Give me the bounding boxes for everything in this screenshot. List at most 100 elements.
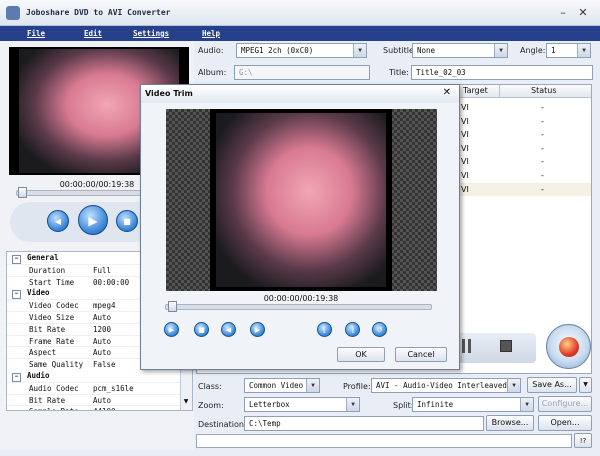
chevron-down-icon[interactable]: ▼ bbox=[306, 379, 319, 392]
property-key: Video Size bbox=[29, 313, 75, 322]
dialog-close-icon[interactable]: ✕ bbox=[443, 87, 451, 98]
close-icon[interactable]: ✕ bbox=[576, 6, 590, 20]
prev-button[interactable]: ◀ bbox=[47, 210, 69, 232]
stop-icon[interactable] bbox=[500, 340, 512, 352]
property-value[interactable]: pcm_s16le bbox=[93, 383, 134, 395]
trim-set-start-button[interactable]: [ bbox=[317, 322, 332, 337]
list-item-target: VI bbox=[461, 103, 469, 112]
property-value[interactable]: Auto bbox=[93, 395, 111, 407]
trim-next-frame-button[interactable]: ▶ bbox=[250, 322, 265, 337]
scroll-down-icon[interactable]: ▼ bbox=[182, 398, 190, 408]
minimize-icon[interactable]: – bbox=[556, 6, 570, 20]
pause-icon[interactable] bbox=[462, 339, 471, 353]
class-label: Class: bbox=[198, 382, 222, 391]
window-title: Joboshare DVD to AVI Converter bbox=[26, 8, 171, 17]
title-field[interactable]: Title_02_03 bbox=[411, 65, 593, 80]
trim-time: 00:00:00/00:19:38 bbox=[263, 294, 339, 303]
list-item-target: VI bbox=[461, 143, 469, 153]
profile-label: Profile: bbox=[343, 382, 371, 391]
list-item-status: - bbox=[541, 157, 544, 167]
collapse-icon[interactable]: − bbox=[12, 372, 21, 382]
property-value[interactable]: False bbox=[93, 359, 116, 371]
property-key: Bit Rate bbox=[29, 324, 66, 334]
property-group[interactable]: − Audio bbox=[7, 370, 188, 382]
trim-play-button[interactable]: ▶ bbox=[164, 322, 179, 337]
property-value[interactable]: 00:00:00 bbox=[93, 277, 129, 289]
album-field[interactable]: G:\ bbox=[234, 65, 370, 80]
record-icon bbox=[559, 337, 579, 357]
angle-select[interactable]: 1 ▼ bbox=[546, 43, 591, 58]
destination-field[interactable]: C:\Temp bbox=[244, 416, 484, 431]
chevron-down-icon[interactable]: ▼ bbox=[346, 398, 359, 411]
destination-label: Destination: bbox=[198, 420, 247, 429]
list-item-status: - bbox=[541, 184, 544, 194]
property-value[interactable]: Auto bbox=[93, 312, 111, 324]
chevron-down-icon[interactable]: ▼ bbox=[353, 44, 366, 57]
trim-seek-slider[interactable] bbox=[165, 304, 432, 310]
profile-select[interactable]: AVI - Audio-Video Interleaved ▼ bbox=[371, 378, 521, 393]
property-value[interactable]: Auto bbox=[93, 336, 111, 348]
col-status[interactable]: Status bbox=[531, 86, 557, 95]
trim-seek-thumb[interactable] bbox=[168, 301, 177, 312]
trim-video-frame bbox=[166, 109, 437, 291]
property-value[interactable]: Auto bbox=[93, 347, 111, 359]
status-bar bbox=[196, 434, 572, 448]
save-as-button[interactable]: Save As... bbox=[527, 377, 577, 393]
property-value[interactable]: 1200 bbox=[93, 324, 111, 336]
chevron-down-icon[interactable]: ▼ bbox=[520, 398, 533, 411]
split-select[interactable]: Infinite ▼ bbox=[412, 397, 534, 412]
chevron-down-icon[interactable]: ▼ bbox=[577, 44, 590, 57]
property-row[interactable]: Bit Rate Auto bbox=[7, 393, 188, 407]
open-button[interactable]: Open... bbox=[538, 415, 592, 431]
chevron-down-icon[interactable]: ▼ bbox=[494, 44, 507, 57]
split-label: Split: bbox=[393, 401, 414, 410]
menu-edit[interactable]: Edit bbox=[84, 29, 102, 38]
app-icon bbox=[6, 6, 20, 20]
collapse-icon[interactable]: − bbox=[12, 289, 21, 299]
album-label: Album: bbox=[198, 68, 227, 77]
configure-button[interactable]: Configure... bbox=[538, 396, 592, 412]
col-target[interactable]: Target bbox=[463, 86, 488, 95]
property-value[interactable]: Full bbox=[93, 265, 111, 277]
property-value[interactable]: 44100 bbox=[93, 406, 116, 410]
trim-reset-button[interactable]: ↺ bbox=[372, 322, 387, 337]
list-item-target: VI bbox=[461, 157, 469, 167]
property-row[interactable]: Sample Rate 44100 bbox=[7, 405, 188, 410]
play-button[interactable]: ▶ bbox=[78, 205, 108, 235]
trim-video bbox=[210, 109, 392, 291]
property-key: Aspect bbox=[29, 348, 57, 358]
chevron-down-icon[interactable]: ▼ bbox=[507, 379, 520, 392]
property-group-label: Audio bbox=[27, 371, 50, 380]
zoom-label: Zoom: bbox=[198, 401, 224, 410]
zoom-select[interactable]: Letterbox ▼ bbox=[244, 397, 360, 412]
trim-stop-button[interactable]: ■ bbox=[194, 322, 209, 337]
list-item-status: - bbox=[541, 143, 544, 153]
menu-help[interactable]: Help bbox=[202, 29, 220, 38]
class-select[interactable]: Common Video ▼ bbox=[244, 378, 320, 393]
trim-set-end-button[interactable]: ] bbox=[345, 322, 360, 337]
dialog-title: Video Trim bbox=[145, 89, 193, 98]
stop-button[interactable]: ■ bbox=[116, 210, 138, 232]
video-trim-dialog: Video Trim ✕ 00:00:00/00:19:38 ▶ ■ ◀ ▶ [… bbox=[140, 84, 460, 370]
property-key: Start Time bbox=[29, 277, 75, 287]
list-item-target: VI bbox=[461, 171, 469, 180]
ok-button[interactable]: OK bbox=[337, 347, 385, 362]
menu-file[interactable]: File bbox=[27, 29, 45, 38]
property-group-label: Video bbox=[27, 288, 50, 298]
property-key: Frame Rate bbox=[29, 336, 75, 346]
trim-prev-frame-button[interactable]: ◀ bbox=[221, 322, 236, 337]
save-as-dropdown-icon[interactable]: ▼ bbox=[579, 377, 592, 393]
cancel-button[interactable]: Cancel bbox=[395, 347, 447, 362]
browse-button[interactable]: Browse... bbox=[486, 415, 534, 431]
list-item-status: - bbox=[541, 171, 544, 180]
property-value[interactable]: mpeg4 bbox=[93, 300, 116, 312]
list-item-target: VI bbox=[461, 130, 469, 140]
title-bar: Joboshare DVD to AVI Converter – ✕ bbox=[0, 0, 600, 26]
audio-select[interactable]: MPEG1 2ch (0xC0) ▼ bbox=[236, 43, 367, 58]
subtitle-select[interactable]: None ▼ bbox=[412, 43, 508, 58]
convert-button[interactable] bbox=[546, 324, 591, 369]
property-row[interactable]: Audio Codec pcm_s16le bbox=[7, 381, 188, 395]
menu-settings[interactable]: Settings bbox=[133, 29, 169, 38]
collapse-icon[interactable]: − bbox=[12, 254, 21, 264]
help-button[interactable]: !? bbox=[574, 433, 592, 448]
